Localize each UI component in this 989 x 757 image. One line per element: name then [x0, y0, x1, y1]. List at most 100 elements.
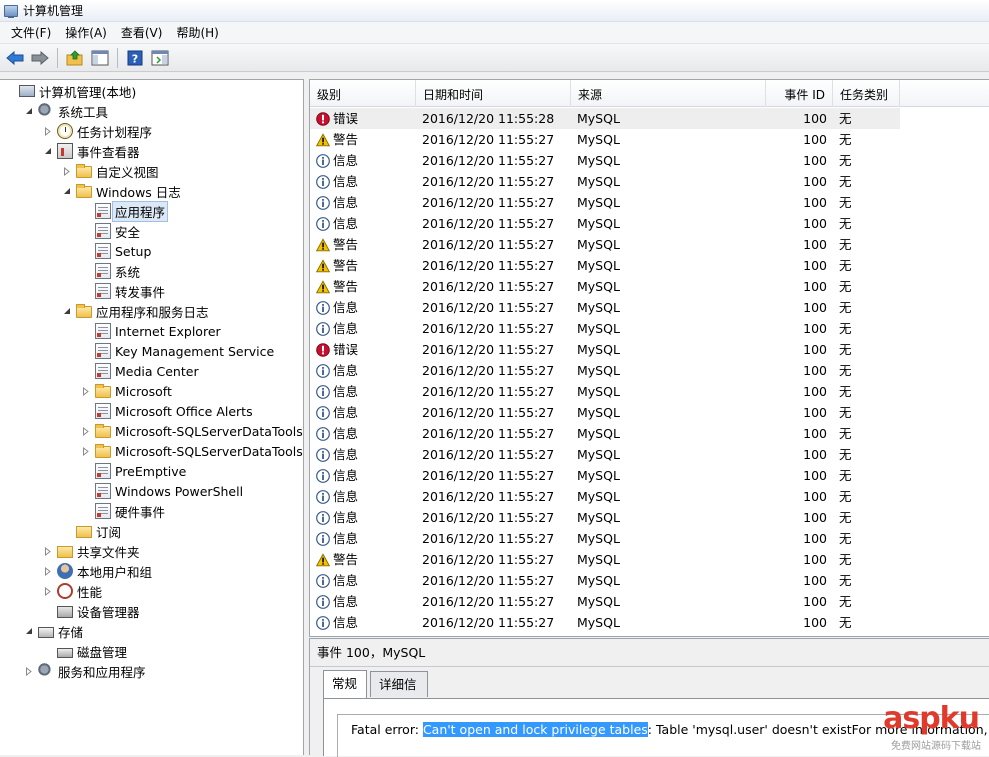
table-row[interactable]: 信息 2016/12/20 11:55:27 MySQL 100 无	[310, 486, 900, 507]
tree-item[interactable]: 应用程序	[80, 200, 169, 222]
tree-item[interactable]: Windows 日志	[61, 181, 181, 201]
table-row[interactable]: 信息 2016/12/20 11:55:27 MySQL 100 无	[310, 507, 900, 528]
task-category-cell: 无	[839, 153, 852, 168]
datetime-cell: 2016/12/20 11:55:27	[422, 447, 555, 462]
tree-expanded-icon[interactable]	[23, 105, 35, 117]
tree-item[interactable]: 任务计划程序	[42, 121, 152, 141]
table-row[interactable]: 信息 2016/12/20 11:55:26 MySQL 100 无	[310, 633, 900, 637]
tree-item[interactable]: 磁盘管理	[42, 641, 127, 661]
tree-expanded-icon[interactable]	[23, 625, 35, 637]
tree-item[interactable]: Microsoft-SQLServerDataToolsVS	[80, 441, 303, 461]
table-row[interactable]: 信息 2016/12/20 11:55:27 MySQL 100 无	[310, 381, 900, 402]
table-row[interactable]: 信息 2016/12/20 11:55:27 MySQL 100 无	[310, 612, 900, 633]
tree-item[interactable]: 本地用户和组	[42, 561, 152, 581]
column-header-level[interactable]: 级别	[310, 80, 416, 107]
tree-item[interactable]: 事件查看器	[42, 141, 140, 161]
table-row[interactable]: 警告 2016/12/20 11:55:27 MySQL 100 无	[310, 549, 900, 570]
help-button[interactable]: ?	[124, 47, 146, 69]
column-header-datetime[interactable]: 日期和时间	[416, 80, 571, 107]
log-icon	[95, 363, 111, 379]
table-row[interactable]: 信息 2016/12/20 11:55:27 MySQL 100 无	[310, 528, 900, 549]
table-row[interactable]: 信息 2016/12/20 11:55:27 MySQL 100 无	[310, 318, 900, 339]
tab-general[interactable]: 常规	[323, 670, 367, 698]
tree-item[interactable]: Microsoft-SQLServerDataTools	[80, 421, 303, 441]
table-row[interactable]: 信息 2016/12/20 11:55:27 MySQL 100 无	[310, 465, 900, 486]
tree-item[interactable]: 系统工具	[23, 101, 108, 121]
title-bar[interactable]: 计算机管理	[0, 0, 989, 22]
tree-item[interactable]: Internet Explorer	[80, 321, 221, 341]
table-row[interactable]: 警告 2016/12/20 11:55:27 MySQL 100 无	[310, 255, 900, 276]
tree-expanded-icon[interactable]	[61, 305, 73, 317]
table-row[interactable]: 信息 2016/12/20 11:55:27 MySQL 100 无	[310, 423, 900, 444]
tree-item[interactable]: 订阅	[61, 521, 121, 541]
tree-item[interactable]: 自定义视图	[61, 161, 159, 181]
table-row[interactable]: 信息 2016/12/20 11:55:27 MySQL 100 无	[310, 591, 900, 612]
level-cell: 警告	[316, 255, 358, 276]
table-row[interactable]: 信息 2016/12/20 11:55:27 MySQL 100 无	[310, 297, 900, 318]
menu-help[interactable]: 帮助(H)	[169, 23, 225, 43]
column-header-task-category[interactable]: 任务类别	[833, 80, 900, 107]
tree-collapsed-icon[interactable]	[42, 545, 54, 557]
tree-item[interactable]: 共享文件夹	[42, 541, 140, 561]
table-row[interactable]: 信息 2016/12/20 11:55:27 MySQL 100 无	[310, 150, 900, 171]
tree-item[interactable]: 存储	[23, 621, 83, 641]
tree-collapsed-icon[interactable]	[42, 565, 54, 577]
tree-item[interactable]: Windows PowerShell	[80, 481, 243, 501]
show-hide-action-button[interactable]	[149, 47, 171, 69]
table-row[interactable]: 信息 2016/12/20 11:55:27 MySQL 100 无	[310, 402, 900, 423]
tree-item[interactable]: 计算机管理(本地)	[4, 81, 136, 101]
table-row[interactable]: 信息 2016/12/20 11:55:27 MySQL 100 无	[310, 192, 900, 213]
tab-details[interactable]: 详细信息	[370, 671, 428, 717]
level-text: 信息	[333, 383, 359, 399]
event-message[interactable]: Fatal error: Can't open and lock privile…	[337, 714, 989, 757]
tree-item[interactable]: Microsoft Office Alerts	[80, 401, 253, 421]
tree-item[interactable]: 系统	[80, 261, 140, 281]
tree-item[interactable]: Key Management Service	[80, 341, 274, 361]
table-row[interactable]: 信息 2016/12/20 11:55:27 MySQL 100 无	[310, 213, 900, 234]
tree-expanded-icon[interactable]	[42, 145, 54, 157]
table-row[interactable]: 信息 2016/12/20 11:55:27 MySQL 100 无	[310, 570, 900, 591]
table-row[interactable]: 信息 2016/12/20 11:55:27 MySQL 100 无	[310, 171, 900, 192]
tree-item[interactable]: 转发事件	[80, 281, 165, 301]
column-header-source[interactable]: 来源	[571, 80, 766, 107]
tree-item[interactable]: 应用程序和服务日志	[61, 301, 209, 321]
tree-collapsed-icon[interactable]	[80, 385, 92, 397]
tree-collapsed-icon[interactable]	[61, 165, 73, 177]
tree-item[interactable]: 性能	[42, 581, 102, 601]
forward-button[interactable]	[29, 47, 51, 69]
table-row[interactable]: 信息 2016/12/20 11:55:27 MySQL 100 无	[310, 360, 900, 381]
tree-collapsed-icon[interactable]	[80, 445, 92, 457]
up-button[interactable]	[64, 47, 86, 69]
menu-file[interactable]: 文件(F)	[4, 23, 58, 43]
back-button[interactable]	[4, 47, 26, 69]
console-tree[interactable]: 计算机管理(本地) 系统工具 任务计划程序 事件查看器 自定义视图 Windows 日志应…	[0, 79, 304, 755]
level-cell: 信息	[316, 444, 358, 465]
tree-item[interactable]: Microsoft	[80, 381, 172, 401]
table-row[interactable]: 信息 2016/12/20 11:55:27 MySQL 100 无	[310, 444, 900, 465]
column-header-event-id[interactable]: 事件 ID	[766, 80, 833, 107]
tree-collapsed-icon[interactable]	[42, 585, 54, 597]
tree-item[interactable]: PreEmptive	[80, 461, 186, 481]
users-icon	[57, 563, 73, 579]
tree-collapsed-icon[interactable]	[80, 425, 92, 437]
tree-item[interactable]: 设备管理器	[42, 601, 140, 621]
table-row[interactable]: 错误 2016/12/20 11:55:28 MySQL 100 无	[310, 108, 900, 129]
level-cell: 错误	[316, 108, 358, 129]
table-row[interactable]: 错误 2016/12/20 11:55:27 MySQL 100 无	[310, 339, 900, 360]
tree-item[interactable]: Media Center	[80, 361, 199, 381]
tree-collapsed-icon[interactable]	[42, 125, 54, 137]
table-row[interactable]: 警告 2016/12/20 11:55:27 MySQL 100 无	[310, 234, 900, 255]
tree-collapsed-icon[interactable]	[23, 665, 35, 677]
show-hide-tree-button[interactable]	[89, 47, 111, 69]
tree-expanded-icon[interactable]	[61, 185, 73, 197]
tree-item[interactable]: Setup	[80, 241, 151, 261]
menu-view[interactable]: 查看(V)	[114, 23, 170, 43]
table-row[interactable]: 警告 2016/12/20 11:55:27 MySQL 100 无	[310, 276, 900, 297]
tree-item[interactable]: 安全	[80, 221, 140, 241]
event-detail-pane: 事件 100，MySQL 常规 详细信息 Fatal error: Can't …	[309, 638, 989, 757]
table-row[interactable]: 警告 2016/12/20 11:55:27 MySQL 100 无	[310, 129, 900, 150]
tree-item[interactable]: 硬件事件	[80, 501, 165, 521]
tree-item[interactable]: 服务和应用程序	[23, 661, 146, 681]
event-list[interactable]: 级别 日期和时间 来源 事件 ID 任务类别 错误 2016/12/20 11:5…	[309, 79, 989, 637]
menu-action[interactable]: 操作(A)	[58, 23, 114, 43]
